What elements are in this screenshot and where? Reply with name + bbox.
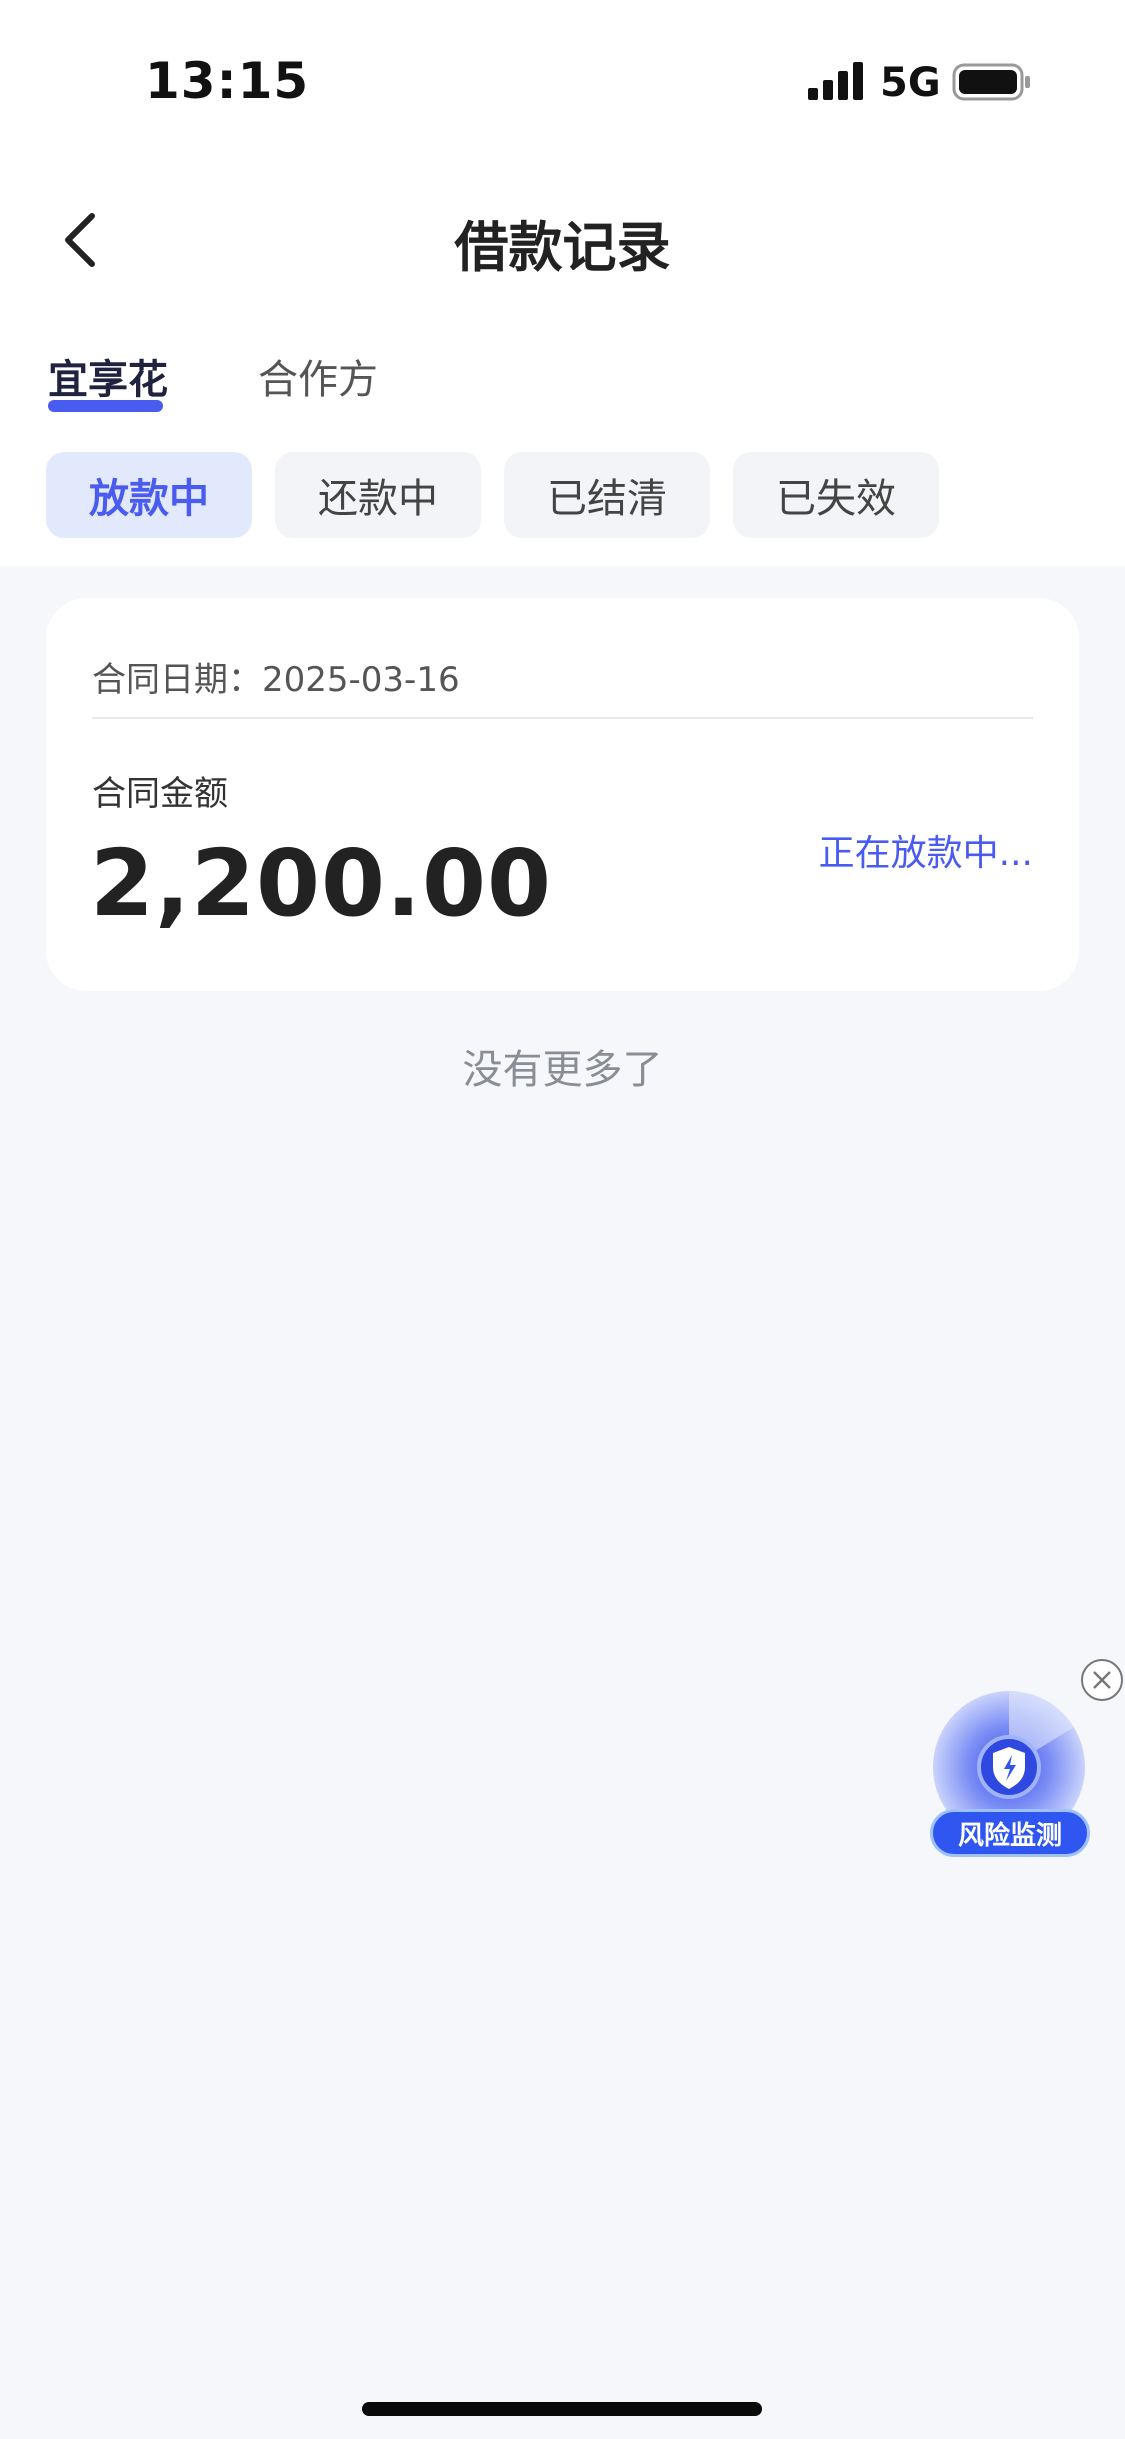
tab-yixianghua[interactable]: 宜享花 bbox=[48, 347, 168, 405]
page-title: 借款记录 bbox=[454, 216, 671, 279]
tab-partner[interactable]: 合作方 bbox=[258, 347, 378, 405]
contract-date: 合同日期：2025-03-16 bbox=[92, 660, 460, 700]
signal-icon bbox=[808, 62, 863, 100]
home-indicator bbox=[362, 2402, 762, 2416]
risk-monitor-label[interactable]: 风险监测 bbox=[930, 1809, 1090, 1857]
list-end-text: 没有更多了 bbox=[462, 1047, 663, 1093]
close-icon[interactable] bbox=[1080, 1658, 1124, 1702]
status-time: 13:15 bbox=[145, 52, 310, 110]
filter-chip-expired[interactable]: 已失效 bbox=[733, 452, 939, 538]
loan-status: 正在放款中... bbox=[818, 833, 1033, 874]
network-type: 5G bbox=[880, 60, 941, 106]
contract-amount: 2,200.00 bbox=[90, 830, 552, 937]
active-tab-underline bbox=[48, 400, 163, 412]
loan-record-card[interactable]: 合同日期：2025-03-16 合同金额 2,200.00 正在放款中... bbox=[46, 598, 1079, 991]
filter-chip-disbursing[interactable]: 放款中 bbox=[46, 452, 252, 538]
battery-icon bbox=[952, 63, 1030, 101]
contract-amount-label: 合同金额 bbox=[92, 774, 228, 814]
filter-chip-settled[interactable]: 已结清 bbox=[504, 452, 710, 538]
card-divider bbox=[92, 717, 1033, 719]
filter-chip-repaying[interactable]: 还款中 bbox=[275, 452, 481, 538]
